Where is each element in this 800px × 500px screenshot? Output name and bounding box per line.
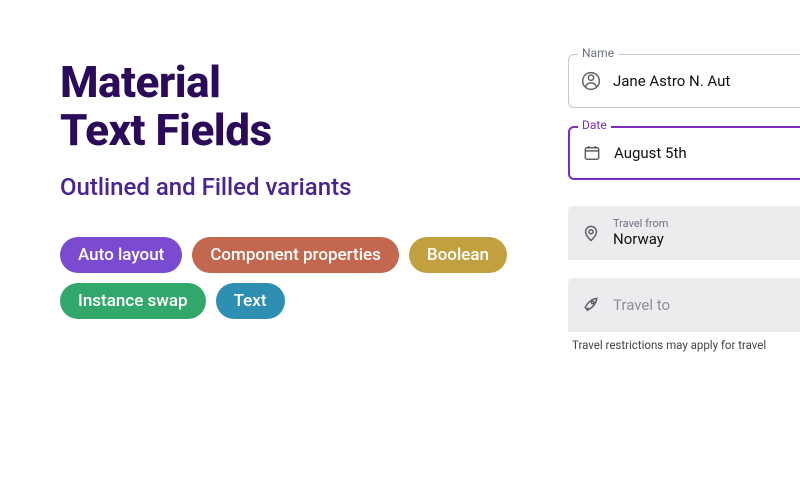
name-value: Jane Astro N. Aut xyxy=(613,72,730,90)
title-line-2: Text Fields xyxy=(60,104,272,156)
travel-to-field[interactable]: Travel to xyxy=(568,278,800,332)
calendar-icon xyxy=(582,143,602,163)
date-field[interactable]: Date August 5th xyxy=(568,126,800,180)
name-field[interactable]: Name Jane Astro N. Aut xyxy=(568,54,800,108)
name-label: Name xyxy=(578,46,618,60)
travel-from-label: Travel from xyxy=(613,218,668,230)
travel-to-placeholder: Travel to xyxy=(613,296,670,314)
person-icon xyxy=(581,71,601,91)
page-title: Material Text Fields xyxy=(60,58,520,155)
travel-from-value: Norway xyxy=(613,230,668,248)
chip-instance-swap[interactable]: Instance swap xyxy=(60,283,206,319)
chip-boolean[interactable]: Boolean xyxy=(409,237,507,273)
chip-component-properties[interactable]: Component properties xyxy=(192,237,399,273)
title-line-1: Material xyxy=(60,56,221,108)
location-icon xyxy=(581,223,601,243)
page-subtitle: Outlined and Filled variants xyxy=(60,173,520,201)
helper-text: Travel restrictions may apply for travel xyxy=(568,338,800,352)
chip-row: Auto layout Component properties Boolean… xyxy=(60,237,520,319)
chip-text[interactable]: Text xyxy=(216,283,285,319)
chip-auto-layout[interactable]: Auto layout xyxy=(60,237,182,273)
date-value: August 5th xyxy=(614,144,687,162)
travel-from-field[interactable]: Travel from Norway xyxy=(568,206,800,260)
date-label: Date xyxy=(578,118,611,132)
rocket-icon xyxy=(581,295,601,315)
